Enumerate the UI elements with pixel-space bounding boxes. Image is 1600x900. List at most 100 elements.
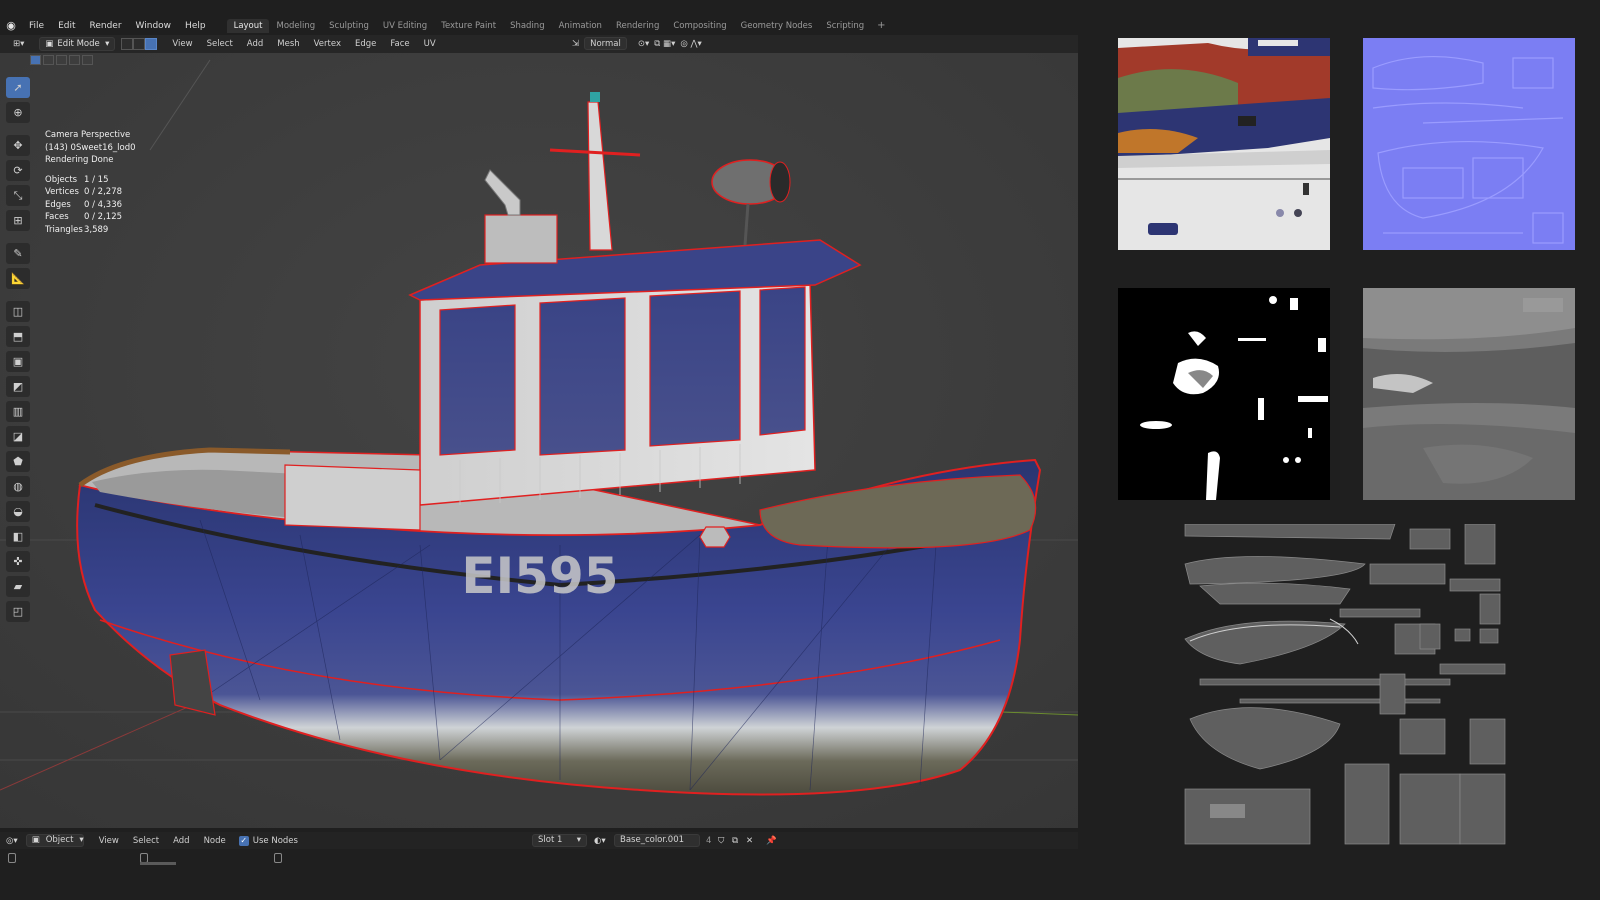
menu-select[interactable]: Select (200, 39, 240, 49)
tab-uv-editing[interactable]: UV Editing (376, 19, 434, 33)
mode-dropdown-label: Edit Mode (57, 39, 100, 49)
add-workspace-button[interactable]: + (871, 20, 891, 31)
fake-user-icon[interactable]: ⛉ (718, 836, 724, 846)
tab-sculpting[interactable]: Sculpting (322, 19, 376, 33)
tool-shelf: ➚ ⊕ ✥ ⟳ ⤡ ⊞ ✎ 📐 ◫ ⬒ ▣ ◩ ▥ ◪ ⬟ ◍ ◒ ◧ ✜ ▰ … (6, 77, 32, 622)
menu-face[interactable]: Face (383, 39, 416, 49)
blender-logo-icon[interactable]: ◉ (0, 19, 22, 32)
bevel-icon[interactable]: ◩ (6, 376, 30, 397)
shear-icon[interactable]: ▰ (6, 576, 30, 597)
inset-icon[interactable]: ▣ (6, 351, 30, 372)
object-shader-dropdown[interactable]: ▣ Object ▾ (25, 834, 84, 847)
stat-row: Triangles 3,589 (45, 224, 136, 237)
uv-islands (1184, 524, 1506, 845)
select-subtract-icon[interactable] (56, 55, 67, 65)
select-box-icon[interactable]: ➚ (6, 77, 30, 98)
menu-help[interactable]: Help (178, 21, 213, 31)
proportional-edit-icon[interactable]: ◎ ⋀▾ (680, 39, 701, 49)
measure-icon[interactable]: 📐 (6, 268, 30, 289)
duplicate-icon[interactable]: ⧉ (732, 836, 738, 846)
menu-window[interactable]: Window (129, 21, 179, 31)
stat-row: Objects 1 / 15 (45, 174, 136, 187)
menu-render[interactable]: Render (83, 21, 129, 31)
select-extend-icon[interactable] (43, 55, 54, 65)
menu-select[interactable]: Select (126, 836, 166, 846)
mode-dropdown[interactable]: ▣ Edit Mode ▾ (39, 37, 116, 51)
knife-icon[interactable]: ◪ (6, 426, 30, 447)
transform-icon[interactable]: ⊞ (6, 210, 30, 231)
rotate-icon[interactable]: ⟳ (6, 160, 30, 181)
menu-file[interactable]: File (22, 21, 51, 31)
extrude-icon[interactable]: ⬒ (6, 326, 30, 347)
boat-scene[interactable]: EI595 (0, 53, 1078, 828)
annotate-icon[interactable]: ✎ (6, 243, 30, 264)
edit-mode-icon: ▣ (45, 39, 54, 49)
poly-build-icon[interactable]: ⬟ (6, 451, 30, 472)
vertex-select-icon[interactable] (121, 38, 134, 50)
tab-modeling[interactable]: Modeling (269, 19, 322, 33)
menu-mesh[interactable]: Mesh (270, 39, 306, 49)
tab-compositing[interactable]: Compositing (666, 19, 733, 33)
pin-icon[interactable]: 📌 (766, 836, 777, 846)
object-icon: ▣ (31, 835, 40, 845)
tab-geometry-nodes[interactable]: Geometry Nodes (734, 19, 820, 33)
cursor-icon[interactable]: ⊕ (6, 102, 30, 123)
stat-label: Triangles (45, 224, 83, 235)
smooth-icon[interactable]: ◒ (6, 501, 30, 522)
add-cube-icon[interactable]: ◫ (6, 301, 30, 322)
material-users-count: 4 (706, 835, 712, 846)
menu-view[interactable]: View (165, 39, 199, 49)
snap-icon[interactable]: ⧉ ▦▾ (654, 39, 675, 49)
menu-uv[interactable]: UV (417, 39, 443, 49)
select-new-icon[interactable] (30, 55, 41, 65)
editor-type-icon[interactable]: ⊞▾ (6, 39, 31, 49)
use-nodes-checkbox[interactable]: ✓ (238, 835, 249, 846)
menu-edit[interactable]: Edit (51, 21, 82, 31)
move-icon[interactable]: ✥ (6, 135, 30, 156)
stat-value: 3,589 (84, 224, 109, 235)
slot-dropdown[interactable]: Slot 1 ▾ (532, 834, 587, 847)
tab-texture-paint[interactable]: Texture Paint (434, 19, 503, 33)
tab-scripting[interactable]: Scripting (819, 19, 871, 33)
pivot-icon[interactable]: ⊙▾ (638, 39, 649, 49)
stat-value: 0 / 4,336 (84, 199, 123, 210)
menu-add[interactable]: Add (240, 39, 270, 49)
unlink-icon[interactable]: ✕ (746, 836, 753, 846)
orientation-dropdown[interactable]: Normal (584, 37, 627, 50)
texture-normal-map (1363, 38, 1575, 250)
menu-node[interactable]: Node (197, 836, 233, 846)
texture-roughness-map (1363, 288, 1575, 500)
selection-mode-row (30, 55, 93, 65)
select-invert-icon[interactable] (69, 55, 80, 65)
menu-vertex[interactable]: Vertex (307, 39, 348, 49)
tab-animation[interactable]: Animation (552, 19, 609, 33)
edge-select-icon[interactable] (133, 38, 146, 50)
3d-viewport[interactable]: EI595 Camera Perspective (143) 0Sweet16_… (0, 53, 1078, 828)
porthole (699, 526, 731, 548)
rip-region-icon[interactable]: ◰ (6, 601, 30, 622)
top-menu-bar: ◉ File Edit Render Window Help Layout Mo… (0, 17, 1080, 34)
node-editor-header: ◎▾ ▣ Object ▾ View Select Add Node ✓ Use… (0, 832, 1078, 849)
menu-add[interactable]: Add (166, 836, 196, 846)
viewport-overlay: Camera Perspective (143) 0Sweet16_lod0 R… (45, 129, 136, 236)
face-select-icon[interactable] (145, 38, 158, 50)
editor-type-icon[interactable]: ◎▾ (6, 836, 18, 846)
select-intersect-icon[interactable] (82, 55, 93, 65)
stat-label: Vertices (45, 187, 79, 197)
spin-icon[interactable]: ◍ (6, 476, 30, 497)
tab-rendering[interactable]: Rendering (609, 19, 666, 33)
engine-housing (484, 214, 558, 264)
loop-cut-icon[interactable]: ▥ (6, 401, 30, 422)
menu-view[interactable]: View (92, 836, 126, 846)
tab-layout[interactable]: Layout (226, 18, 270, 33)
menu-edge[interactable]: Edge (348, 39, 383, 49)
material-browse-icon[interactable]: ◐▾ (594, 836, 606, 846)
shrink-fatten-icon[interactable]: ✜ (6, 551, 30, 572)
scale-icon[interactable]: ⤡ (6, 185, 30, 206)
edge-slide-icon[interactable]: ◧ (6, 526, 30, 547)
material-name-field[interactable]: Base_color.001 (614, 834, 700, 847)
mast-light (590, 92, 600, 102)
progress-indicator (140, 862, 176, 865)
tab-shading[interactable]: Shading (503, 19, 552, 33)
window-2 (539, 297, 626, 456)
